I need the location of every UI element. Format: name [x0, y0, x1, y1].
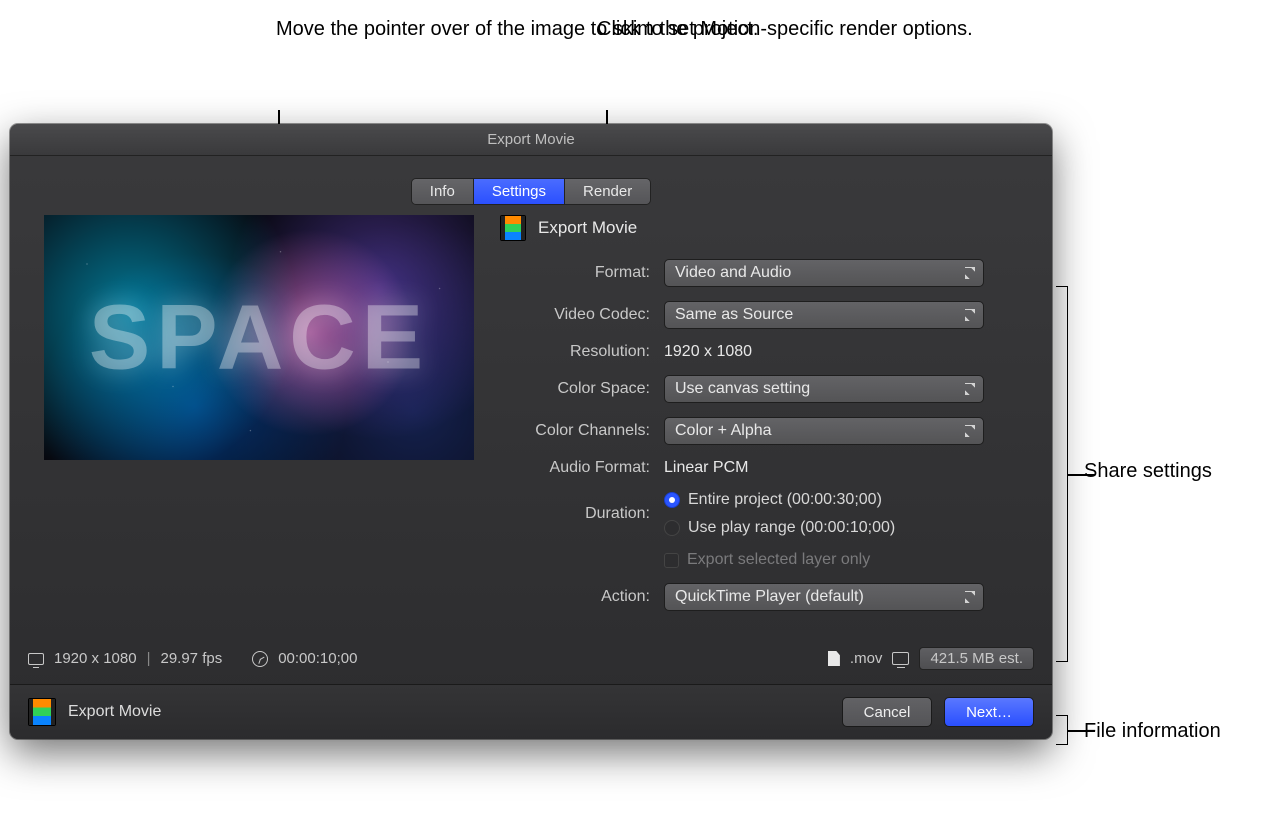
duration-range-label: Use play range (00:00:10;00) [688, 519, 895, 537]
preview-thumbnail[interactable]: SPACE [44, 215, 474, 460]
tab-render[interactable]: Render [565, 179, 650, 204]
header-title: Export Movie [538, 218, 637, 238]
document-icon [828, 651, 840, 666]
format-label: Format: [500, 264, 650, 282]
clock-icon [252, 651, 268, 667]
tab-row: Info Settings Render [10, 156, 1052, 215]
colorspace-select[interactable]: Use canvas setting [664, 375, 984, 403]
export-selected-label: Export selected layer only [687, 551, 870, 569]
monitor-icon [892, 652, 909, 665]
duration-label: Duration: [500, 505, 650, 523]
resolution-icon [28, 653, 44, 665]
channels-label: Color Channels: [500, 422, 650, 440]
export-selected-checkbox [664, 553, 679, 568]
bracket-fileinfo [1056, 715, 1068, 745]
radio-use-play-range[interactable] [664, 520, 680, 536]
status-timecode: 00:00:10;00 [278, 650, 357, 667]
duration-entire-row[interactable]: Entire project (00:00:30;00) [664, 491, 1018, 509]
cancel-button[interactable]: Cancel [842, 697, 932, 727]
colorspace-label: Color Space: [500, 380, 650, 398]
format-select[interactable]: Video and Audio [664, 259, 984, 287]
status-fps: 29.97 fps [160, 650, 222, 667]
tab-info[interactable]: Info [412, 179, 474, 204]
audio-label: Audio Format: [500, 459, 650, 477]
footer-title: Export Movie [68, 703, 161, 721]
callout-fileinfo: File information [1084, 718, 1221, 745]
status-size: 421.5 MB est. [919, 647, 1034, 670]
footer: Export Movie Cancel Next… [10, 685, 1052, 739]
radio-entire-project[interactable] [664, 492, 680, 508]
action-label: Action: [500, 588, 650, 606]
status-sep-1: | [147, 650, 151, 667]
audio-value: Linear PCM [664, 459, 1018, 477]
project-icon [500, 215, 526, 241]
next-button[interactable]: Next… [944, 697, 1034, 727]
status-bar: 1920 x 1080 | 29.97 fps 00:00:10;00 .mov… [10, 637, 1052, 685]
duration-range-row[interactable]: Use play range (00:00:10;00) [664, 519, 1018, 537]
tab-segmented-control: Info Settings Render [411, 178, 651, 205]
codec-select[interactable]: Same as Source [664, 301, 984, 329]
channels-select[interactable]: Color + Alpha [664, 417, 984, 445]
callout-render: Click to set Motion-specific render opti… [597, 16, 973, 43]
export-movie-dialog: Export Movie Info Settings Render SPACE … [10, 124, 1052, 739]
status-ext: .mov [850, 650, 883, 667]
footer-project-icon [28, 698, 56, 726]
tab-settings[interactable]: Settings [474, 179, 565, 204]
preview-text: SPACE [89, 285, 429, 390]
codec-label: Video Codec: [500, 306, 650, 324]
bracket-share [1056, 286, 1068, 662]
callout-share: Share settings [1084, 458, 1212, 485]
duration-entire-label: Entire project (00:00:30;00) [688, 491, 882, 509]
resolution-label: Resolution: [500, 343, 650, 361]
action-select[interactable]: QuickTime Player (default) [664, 583, 984, 611]
settings-form: Format: Video and Audio Video Codec: Sam… [500, 259, 1018, 611]
resolution-value: 1920 x 1080 [664, 343, 1018, 361]
window-title: Export Movie [10, 124, 1052, 156]
status-dims: 1920 x 1080 [54, 650, 137, 667]
export-selected-row: Export selected layer only [664, 551, 1018, 569]
